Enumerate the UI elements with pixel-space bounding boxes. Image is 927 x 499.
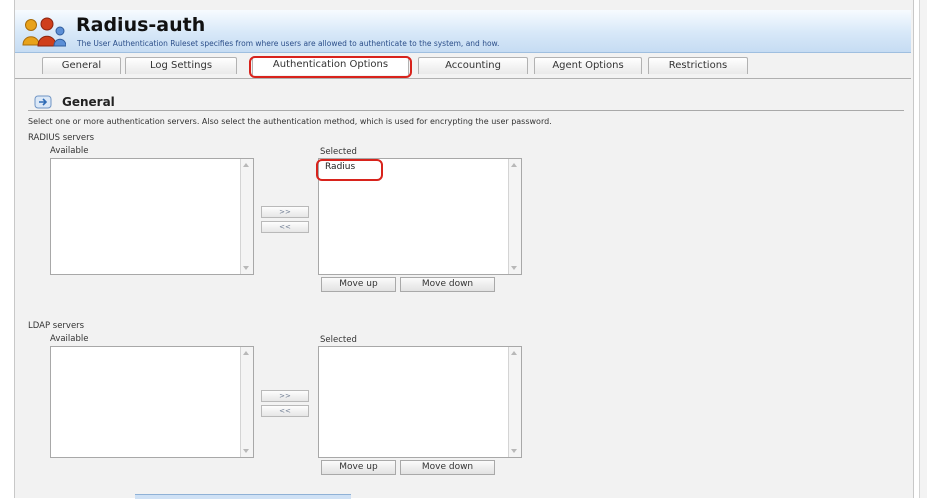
section-title: General: [62, 95, 115, 109]
users-icon: [22, 17, 66, 47]
scroll-down-icon[interactable]: [243, 266, 249, 270]
ldap-available-list[interactable]: [50, 346, 254, 458]
radius-move-up-button[interactable]: Move up: [321, 277, 396, 292]
ldap-move-down-button[interactable]: Move down: [400, 460, 495, 475]
radius-add-button[interactable]: >>: [261, 206, 309, 218]
page-title: Radius-auth: [76, 14, 206, 36]
tab-highlight-annotation: [249, 56, 412, 78]
right-panel-edge: [919, 0, 927, 498]
ldap-selected-list[interactable]: [318, 346, 522, 458]
tab-agent-options[interactable]: Agent Options: [534, 57, 642, 74]
section-description: Select one or more authentication server…: [28, 117, 552, 126]
radius-selected-label: Selected: [320, 147, 357, 157]
ldap-add-button[interactable]: >>: [261, 390, 309, 402]
ldap-available-label: Available: [50, 334, 89, 344]
ldap-selected-label: Selected: [320, 335, 357, 345]
radius-remove-button[interactable]: <<: [261, 221, 309, 233]
radius-available-list[interactable]: [50, 158, 254, 275]
section-arrow-icon: [34, 95, 52, 109]
scroll-up-icon[interactable]: [243, 351, 249, 355]
scroll-up-icon[interactable]: [511, 351, 517, 355]
scroll-up-icon[interactable]: [243, 163, 249, 167]
ldap-remove-button[interactable]: <<: [261, 405, 309, 417]
scroll-down-icon[interactable]: [511, 266, 517, 270]
scroll-down-icon[interactable]: [511, 449, 517, 453]
radius-move-down-button[interactable]: Move down: [400, 277, 495, 292]
scroll-up-icon[interactable]: [511, 163, 517, 167]
tab-log-settings[interactable]: Log Settings: [125, 57, 237, 74]
tab-general[interactable]: General: [42, 57, 121, 74]
scroll-down-icon[interactable]: [243, 449, 249, 453]
page-subtitle: The User Authentication Ruleset specifie…: [77, 39, 500, 48]
auth-ruleset-window: Radius-auth The User Authentication Rule…: [0, 0, 927, 499]
radius-selected-scrollbar[interactable]: [508, 159, 521, 274]
radius-available-scrollbar[interactable]: [240, 159, 253, 274]
ldap-available-scrollbar[interactable]: [240, 347, 253, 457]
radius-servers-label: RADIUS servers: [28, 133, 95, 143]
radius-available-label: Available: [50, 146, 89, 156]
ldap-move-up-button[interactable]: Move up: [321, 460, 396, 475]
ldap-selected-scrollbar[interactable]: [508, 347, 521, 457]
section-divider: [28, 110, 904, 111]
tab-restrictions[interactable]: Restrictions: [648, 57, 748, 74]
tab-accounting[interactable]: Accounting: [418, 57, 528, 74]
bottom-field-edge: [135, 494, 351, 499]
ldap-servers-label: LDAP servers: [28, 321, 85, 331]
option-highlight-annotation: [316, 159, 383, 181]
